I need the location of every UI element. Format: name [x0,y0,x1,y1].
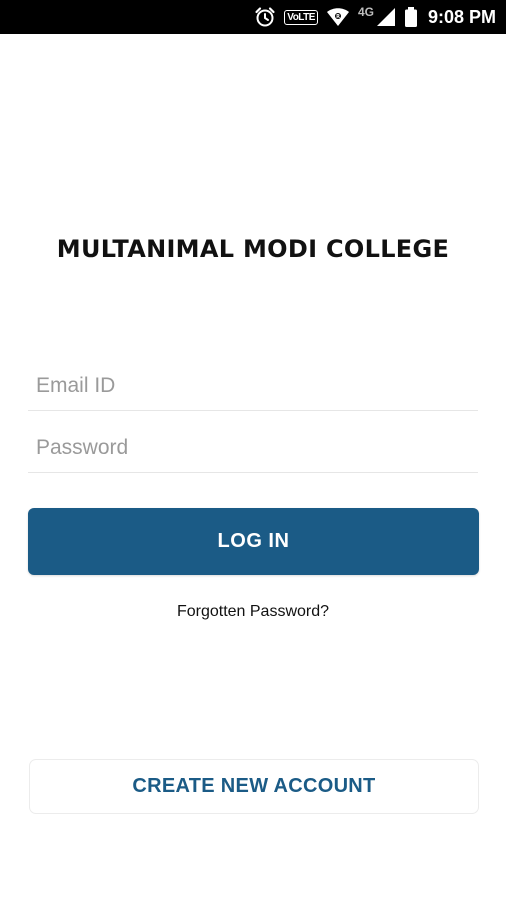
volte-icon: VoLTE [284,9,318,25]
status-bar: VoLTE R 4G 9:08 PM [0,0,506,34]
create-account-button[interactable]: CREATE NEW ACCOUNT [29,759,479,814]
battery-icon [404,6,418,28]
password-field-container [28,424,478,473]
svg-text:R: R [336,14,340,20]
wifi-icon: R [326,7,350,27]
signal-icon [376,7,396,27]
status-icons: VoLTE R 4G 9:08 PM [254,0,496,34]
alarm-icon [254,6,276,28]
network-type-label: 4G [357,5,374,19]
password-input[interactable] [28,424,478,472]
email-input[interactable] [28,362,478,410]
forgot-password-link[interactable]: Forgotten Password? [0,603,506,621]
login-button[interactable]: LOG IN [28,508,479,575]
page-title: MULTANIMAL MODI COLLEGE [56,235,450,263]
email-field-container [28,362,478,411]
status-time: 9:08 PM [427,6,496,27]
